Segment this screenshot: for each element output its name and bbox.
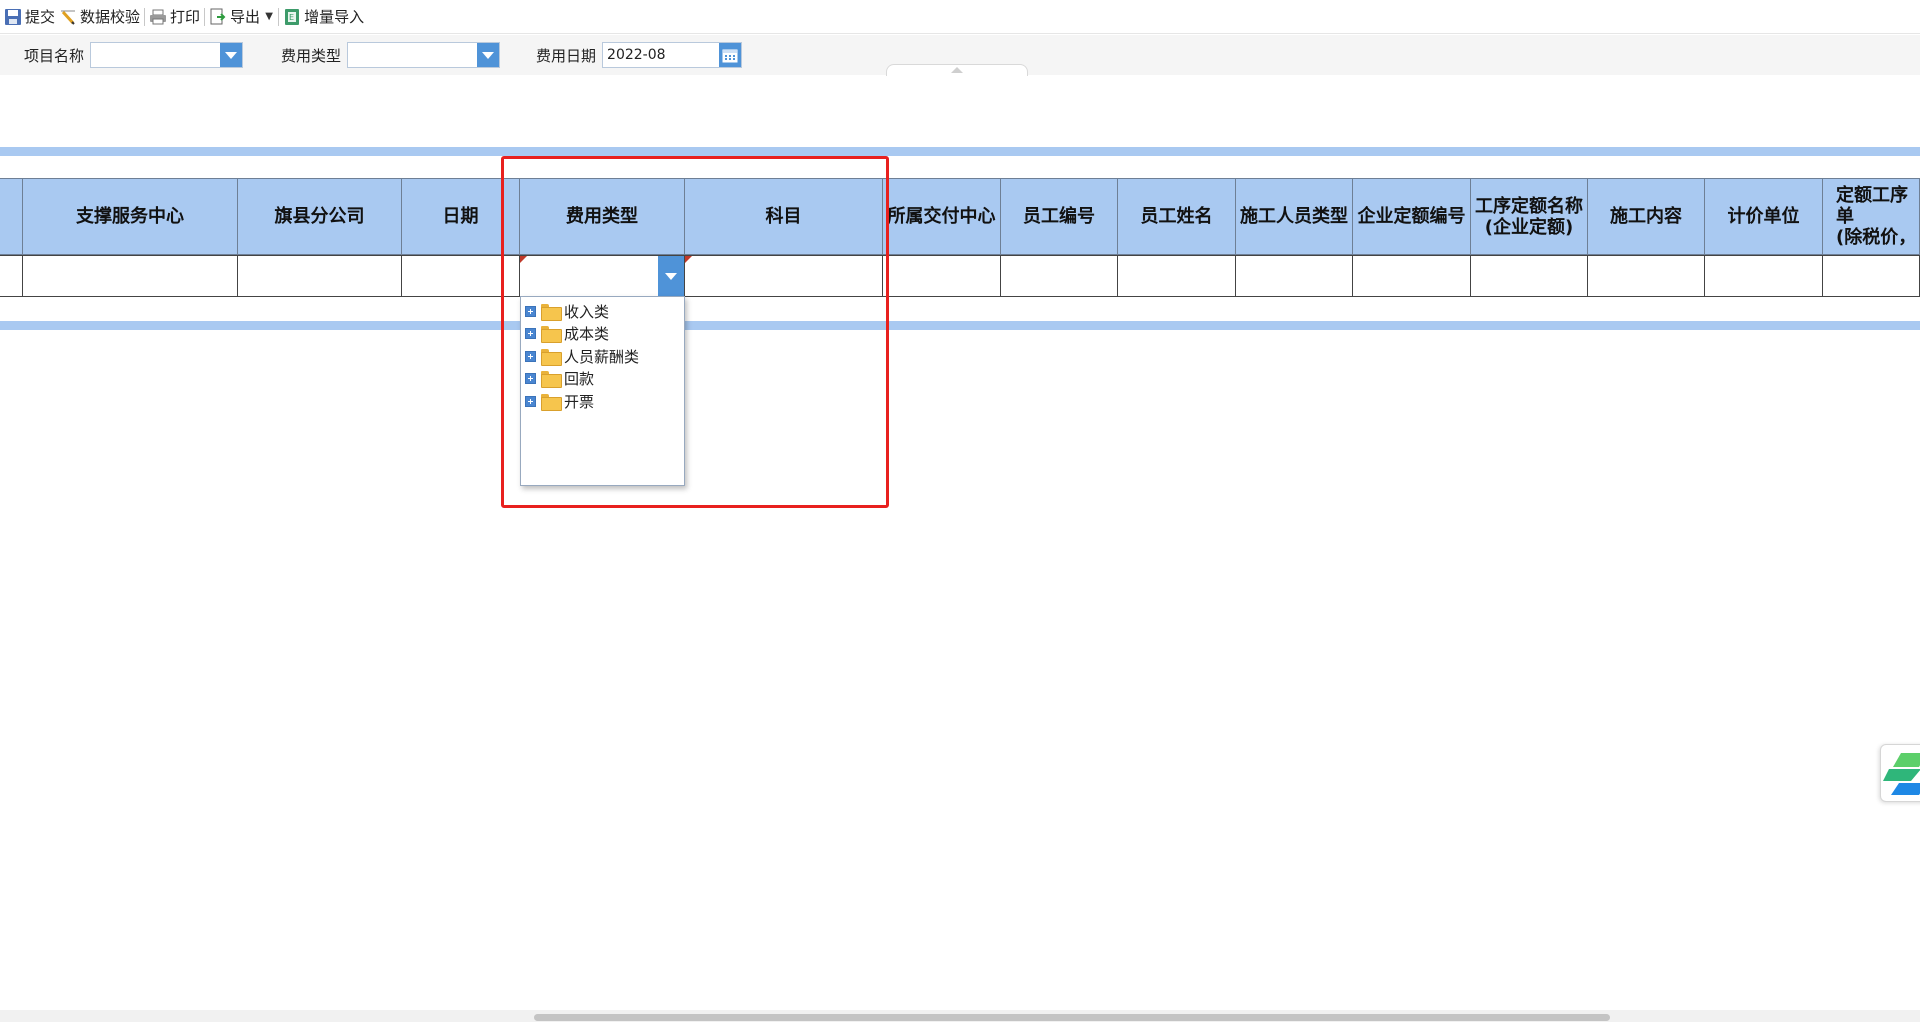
column-header-worker-type[interactable]: 施工人员类型 xyxy=(1235,178,1353,255)
grid-top-band xyxy=(0,147,1920,156)
folder-icon xyxy=(541,371,562,389)
horizontal-scrollbar-thumb[interactable] xyxy=(534,1014,1610,1021)
expense-type-dropdown-tree: 收入类 成本类 人员薪酬类 回款 开票 xyxy=(520,296,685,486)
expense-date-label: 费用日期 xyxy=(536,46,597,65)
table-cell[interactable] xyxy=(237,255,402,297)
tree-item-income[interactable]: 收入类 xyxy=(521,300,684,323)
table-cell[interactable] xyxy=(1822,255,1920,297)
folder-icon xyxy=(541,393,562,411)
column-header-process-quota-name[interactable]: 工序定额名称 (企业定额) xyxy=(1470,178,1588,255)
tree-item-label: 人员薪酬类 xyxy=(564,347,640,366)
column-header-delivery-center[interactable]: 所属交付中心 xyxy=(882,178,1001,255)
table-cell[interactable] xyxy=(1117,255,1236,297)
column-header-county-branch[interactable]: 旗县分公司 xyxy=(237,178,402,255)
submit-button[interactable]: 提交 xyxy=(2,3,57,31)
expense-date-field[interactable]: 2022-08 xyxy=(602,42,743,68)
page: 提交 数据校验 打印 导出 ▼ E 增量导入 项目名称 费用类型 费用日期 20… xyxy=(0,0,1920,1022)
folder-icon xyxy=(541,348,562,366)
toolbar-separator xyxy=(278,7,280,26)
table-cell[interactable] xyxy=(1704,255,1823,297)
project-name-value[interactable] xyxy=(91,43,220,67)
validate-pencil-icon xyxy=(59,8,77,26)
toolbar: 提交 数据校验 打印 导出 ▼ E 增量导入 xyxy=(0,0,1920,34)
grid-bottom-band xyxy=(0,321,1920,330)
expense-type-combo[interactable] xyxy=(347,42,501,68)
export-label: 导出 xyxy=(230,8,261,26)
incremental-import-button[interactable]: E 增量导入 xyxy=(281,3,366,31)
table-cell[interactable] xyxy=(1587,255,1705,297)
tree-item-label: 开票 xyxy=(564,392,595,411)
expand-plus-icon[interactable] xyxy=(525,373,536,385)
expand-plus-icon[interactable] xyxy=(525,328,536,340)
column-header-quota-code[interactable]: 企业定额编号 xyxy=(1352,178,1471,255)
submit-label: 提交 xyxy=(25,8,56,26)
print-label: 打印 xyxy=(170,8,201,26)
collapse-toggle-tab[interactable] xyxy=(886,64,1028,76)
column-header-employee-id[interactable]: 员工编号 xyxy=(1000,178,1118,255)
side-assistant-icon[interactable] xyxy=(1880,744,1920,802)
chevron-down-icon[interactable] xyxy=(477,43,500,67)
excel-import-icon: E xyxy=(283,8,301,26)
tree-item-cost[interactable]: 成本类 xyxy=(521,323,684,346)
export-button[interactable]: 导出 xyxy=(207,3,262,31)
table-cell[interactable] xyxy=(1235,255,1353,297)
expense-type-value[interactable] xyxy=(348,43,477,67)
svg-text:E: E xyxy=(289,13,294,22)
tree-item-label: 成本类 xyxy=(564,325,610,344)
expense-type-label: 费用类型 xyxy=(281,46,342,65)
export-dropdown-caret[interactable]: ▼ xyxy=(262,11,276,22)
column-header-date[interactable]: 日期 xyxy=(401,178,520,255)
table-cell[interactable] xyxy=(1000,255,1118,297)
toolbar-separator xyxy=(204,7,206,26)
column-header-pricing-unit[interactable]: 计价单位 xyxy=(1704,178,1823,255)
chevron-down-icon[interactable] xyxy=(220,43,243,67)
column-header-work-content[interactable]: 施工内容 xyxy=(1587,178,1705,255)
tree-item-label: 收入类 xyxy=(564,302,610,321)
column-header-employee-name[interactable]: 员工姓名 xyxy=(1117,178,1236,255)
expand-plus-icon[interactable] xyxy=(525,395,536,407)
expense-type-cell-editor[interactable] xyxy=(519,255,685,297)
table-cell[interactable] xyxy=(401,255,520,297)
folder-icon xyxy=(541,326,562,344)
validate-label: 数据校验 xyxy=(80,8,141,26)
calendar-icon[interactable] xyxy=(719,43,742,67)
print-button[interactable]: 打印 xyxy=(147,3,202,31)
column-header-rownum xyxy=(0,178,23,255)
folder-icon xyxy=(541,303,562,321)
tree-item-invoicing[interactable]: 开票 xyxy=(521,390,684,413)
validate-button[interactable]: 数据校验 xyxy=(57,3,142,31)
export-icon xyxy=(209,8,227,26)
column-header-expense-type[interactable]: 费用类型 xyxy=(519,178,685,255)
table-cell[interactable] xyxy=(1470,255,1588,297)
expand-plus-icon[interactable] xyxy=(525,350,536,362)
table-cell-subject[interactable] xyxy=(684,255,883,297)
chevron-down-icon[interactable] xyxy=(658,256,684,296)
table-cell[interactable] xyxy=(1352,255,1471,297)
table-cell[interactable] xyxy=(882,255,1001,297)
project-name-combo[interactable] xyxy=(90,42,244,68)
project-name-label: 项目名称 xyxy=(24,46,85,65)
incremental-import-label: 增量导入 xyxy=(304,8,365,26)
save-icon xyxy=(4,8,22,26)
expense-date-value[interactable]: 2022-08 xyxy=(603,43,719,67)
expand-plus-icon[interactable] xyxy=(525,305,536,317)
column-header-quota-unit-price[interactable]: 定额工序单 (除税价， xyxy=(1822,178,1920,255)
tree-item-personnel-salary[interactable]: 人员薪酬类 xyxy=(521,345,684,368)
print-icon xyxy=(149,8,167,26)
tree-item-payment-collection[interactable]: 回款 xyxy=(521,368,684,391)
table-cell-rownum xyxy=(0,255,23,297)
table-cell[interactable] xyxy=(22,255,238,297)
tree-item-label: 回款 xyxy=(564,370,595,389)
column-header-support-center[interactable]: 支撑服务中心 xyxy=(22,178,238,255)
toolbar-separator xyxy=(144,7,146,26)
column-header-subject[interactable]: 科目 xyxy=(684,178,883,255)
